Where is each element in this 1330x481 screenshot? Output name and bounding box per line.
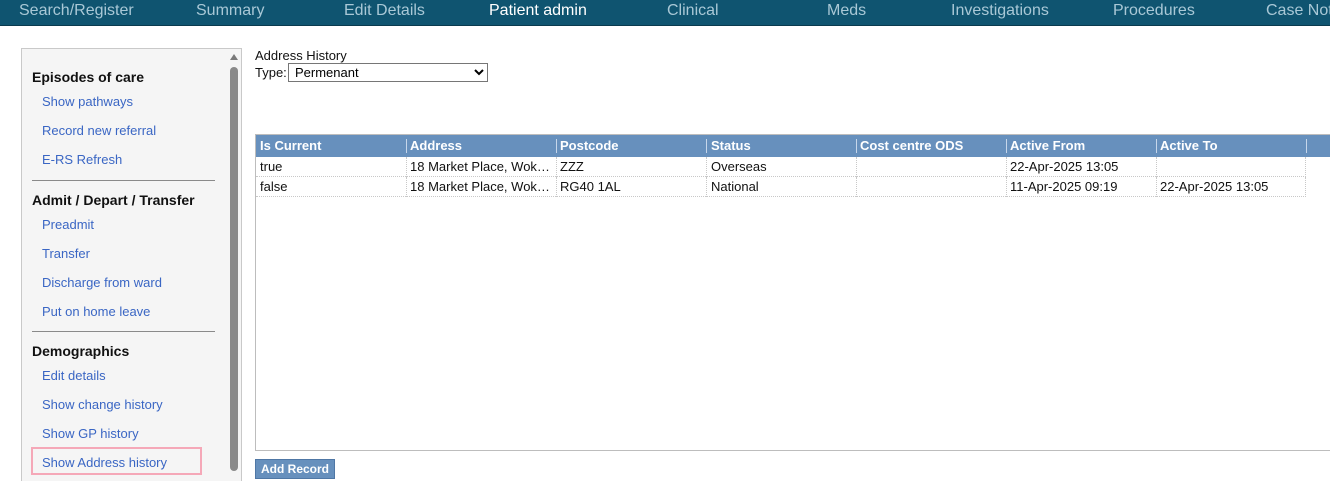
column-divider	[1306, 139, 1307, 153]
column-header-status[interactable]: Status	[711, 138, 751, 153]
tab-summary[interactable]: Summary	[196, 2, 264, 20]
column-header-cost-centre-ods[interactable]: Cost centre ODS	[860, 138, 963, 153]
sidebar-item-put-on-home-leave[interactable]: Put on home leave	[42, 304, 150, 319]
cell-status: Overseas	[711, 159, 767, 174]
sidebar-item-show-pathways[interactable]: Show pathways	[42, 94, 133, 109]
page-title: Address History	[255, 48, 347, 63]
cell-divider	[706, 157, 707, 177]
cell-divider	[1156, 177, 1157, 197]
column-header-address[interactable]: Address	[410, 138, 462, 153]
sidebar-item-discharge-from-ward[interactable]: Discharge from ward	[42, 275, 162, 290]
tab-edit-details[interactable]: Edit Details	[344, 2, 425, 20]
sidebar-item-show-change-history[interactable]: Show change history	[42, 397, 163, 412]
sidebar: Episodes of care Show pathways Record ne…	[21, 48, 242, 481]
column-divider	[556, 139, 557, 153]
cell-postcode: ZZZ	[560, 159, 584, 174]
sidebar-item-ers-refresh[interactable]: E-RS Refresh	[42, 152, 122, 167]
cell-is-current: false	[260, 179, 288, 194]
table-row[interactable]: false 18 Market Place, Wokingham RG40 1A…	[256, 177, 1306, 197]
tab-clinical[interactable]: Clinical	[667, 2, 719, 20]
cell-is-current: true	[260, 159, 283, 174]
add-record-button[interactable]: Add Record	[255, 459, 336, 479]
tab-procedures[interactable]: Procedures	[1113, 2, 1195, 20]
section-title-admit: Admit / Depart / Transfer	[32, 192, 195, 208]
sidebar-item-show-gp-history[interactable]: Show GP history	[42, 426, 139, 441]
cell-address: 18 Market Place, Wokingham	[410, 179, 550, 194]
tab-investigations[interactable]: Investigations	[951, 2, 1049, 20]
column-header-postcode[interactable]: Postcode	[560, 138, 619, 153]
cell-active-to: 22-Apr-2025 13:05	[1160, 179, 1269, 194]
column-header-active-from[interactable]: Active From	[1010, 138, 1085, 153]
column-header-is-current[interactable]: Is Current	[260, 138, 321, 153]
divider	[32, 331, 215, 332]
section-title-episodes: Episodes of care	[32, 69, 145, 85]
table-header: Is Current Address Postcode Status Cost …	[256, 135, 1330, 157]
cell-divider	[1156, 157, 1157, 177]
cell-status: National	[711, 179, 759, 194]
address-history-table: Is Current Address Postcode Status Cost …	[255, 134, 1330, 451]
sidebar-item-show-address-history[interactable]: Show Address history	[42, 455, 167, 470]
sidebar-item-record-new-referral[interactable]: Record new referral	[42, 123, 156, 138]
scrollbar-thumb[interactable]	[230, 67, 238, 471]
tab-meds[interactable]: Meds	[827, 2, 866, 20]
table-row[interactable]: true 18 Market Place, Wokingham ZZZ Over…	[256, 157, 1306, 177]
cell-divider	[406, 177, 407, 197]
column-divider	[856, 139, 857, 153]
cell-divider	[1006, 157, 1007, 177]
cell-divider	[856, 157, 857, 177]
column-header-active-to[interactable]: Active To	[1160, 138, 1218, 153]
type-select[interactable]: Permenant	[288, 63, 488, 82]
cell-divider	[556, 177, 557, 197]
sidebar-item-transfer[interactable]: Transfer	[42, 246, 90, 261]
tab-search-register[interactable]: Search/Register	[19, 2, 134, 20]
cell-divider	[1305, 157, 1306, 177]
column-divider	[406, 139, 407, 153]
type-label: Type:	[255, 65, 287, 80]
cell-divider	[406, 157, 407, 177]
cell-active-from: 11-Apr-2025 09:19	[1010, 179, 1118, 194]
cell-divider	[1006, 177, 1007, 197]
cell-address: 18 Market Place, Wokingham	[410, 159, 550, 174]
sidebar-item-preadmit[interactable]: Preadmit	[42, 217, 94, 232]
sidebar-item-edit-details[interactable]: Edit details	[42, 368, 106, 383]
cell-divider	[556, 157, 557, 177]
column-divider	[1156, 139, 1157, 153]
cell-divider	[1305, 177, 1306, 197]
cell-divider	[856, 177, 857, 197]
column-divider	[1006, 139, 1007, 153]
cell-postcode: RG40 1AL	[560, 179, 621, 194]
scroll-up-arrow-icon[interactable]	[230, 54, 238, 60]
cell-divider	[706, 177, 707, 197]
tab-patient-admin[interactable]: Patient admin	[489, 2, 587, 20]
divider	[32, 180, 215, 181]
section-title-demographics: Demographics	[32, 343, 130, 359]
tab-case-notes[interactable]: Case Not	[1266, 2, 1330, 20]
top-nav: Search/Register Summary Edit Details Pat…	[0, 0, 1330, 26]
column-divider	[706, 139, 707, 153]
cell-active-from: 22-Apr-2025 13:05	[1010, 159, 1119, 174]
sidebar-scrollbar[interactable]	[227, 49, 241, 481]
